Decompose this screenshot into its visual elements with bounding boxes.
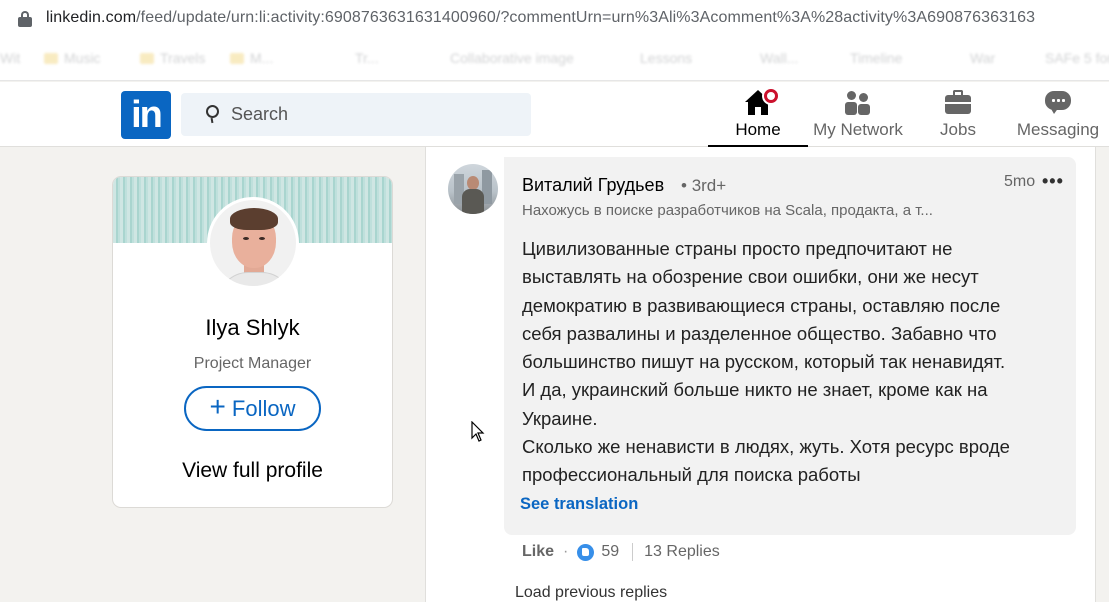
- bookmark-item[interactable]: Wall...: [760, 50, 798, 66]
- folder-icon: [44, 53, 58, 64]
- bookmark-item[interactable]: Music: [44, 50, 101, 66]
- separator-dot: ·: [563, 543, 569, 560]
- nav-messaging[interactable]: Messaging: [1008, 82, 1108, 147]
- mouse-cursor-icon: [471, 421, 485, 442]
- plus-icon: +: [209, 391, 226, 422]
- nav-home-label: Home: [735, 120, 781, 139]
- see-translation-link[interactable]: See translation: [520, 495, 638, 514]
- nav-jobs-label: Jobs: [940, 120, 976, 139]
- top-navigation: in Home My Network Jobs Messaging: [0, 82, 1109, 147]
- comment-line: И да, украинский больше никто не знает, …: [522, 379, 988, 401]
- comment-text: Цивилизованные страны просто предпочитаю…: [522, 235, 1062, 490]
- comment-bubble: Виталий Грудьев • 3rd+ Нахожусь в поиске…: [504, 157, 1076, 535]
- home-icon: [744, 87, 780, 116]
- view-full-profile-link[interactable]: View full profile: [113, 459, 392, 483]
- comment-author-name[interactable]: Виталий Грудьев: [522, 175, 664, 196]
- comment-line: себя развалины и разделенное общество. З…: [522, 322, 997, 344]
- replies-count[interactable]: 13 Replies: [644, 543, 720, 561]
- profile-title: Project Manager: [193, 355, 312, 372]
- comment-line: демократию в развивающиеся страны, остав…: [522, 294, 1001, 316]
- comment-line: большинство пишут на русском, который та…: [522, 351, 1006, 373]
- bookmark-item[interactable]: Collaborative image: [450, 50, 574, 66]
- folder-icon: [140, 53, 154, 64]
- briefcase-icon: [944, 90, 972, 116]
- comment-line: Украине.: [522, 407, 598, 429]
- search-input[interactable]: [231, 93, 521, 136]
- bookmark-item[interactable]: Travels: [140, 50, 205, 66]
- load-previous-replies-button[interactable]: Load previous replies: [515, 584, 667, 602]
- comment-line: профессиональный для поиска работы: [522, 464, 861, 486]
- like-button[interactable]: Like: [522, 543, 554, 561]
- comment-thread: Виталий Грудьев • 3rd+ Нахожусь в поиске…: [425, 147, 1096, 602]
- profile-avatar[interactable]: [207, 197, 299, 289]
- comment-line: Цивилизованные страны просто предпочитаю…: [522, 238, 953, 259]
- bookmarks-bar: Wit Music Travels M... Tr... Collaborati…: [0, 38, 1109, 81]
- nav-my-network-label: My Network: [813, 120, 903, 139]
- nav-home[interactable]: Home: [708, 82, 808, 147]
- profile-card: Ilya Shlyk Project Manager + Follow View…: [112, 176, 393, 508]
- search-box[interactable]: [181, 93, 531, 136]
- bookmark-item[interactable]: SAFe 5 for: [1045, 50, 1109, 66]
- chat-bubble-icon: [1044, 90, 1072, 116]
- nav-jobs[interactable]: Jobs: [908, 82, 1008, 147]
- bookmark-item[interactable]: Wit: [0, 50, 20, 66]
- divider: [632, 543, 634, 561]
- more-options-icon[interactable]: •••: [1042, 171, 1064, 192]
- like-reaction-icon: [577, 543, 595, 561]
- comment-author-headline: Нахожусь в поиске разработчиков на Scala…: [522, 202, 933, 219]
- url-text[interactable]: linkedin.com/feed/update/urn:li:activity…: [46, 9, 1035, 27]
- commenter-avatar[interactable]: [448, 164, 498, 214]
- network-icon: [844, 90, 872, 116]
- bookmark-item[interactable]: M...: [230, 50, 273, 66]
- comment-timestamp: 5mo: [1004, 173, 1036, 190]
- linkedin-logo[interactable]: in: [121, 91, 171, 139]
- connection-degree: • 3rd+: [681, 176, 727, 195]
- search-icon: [206, 105, 219, 118]
- likes-count[interactable]: 59: [601, 543, 619, 561]
- bookmark-item[interactable]: Tr...: [355, 50, 379, 66]
- follow-label: Follow: [231, 395, 296, 421]
- comment-actions: Like · 59 13 Replies: [522, 543, 720, 561]
- browser-url-bar[interactable]: linkedin.com/feed/update/urn:li:activity…: [0, 0, 1109, 38]
- folder-icon: [230, 53, 244, 64]
- bookmark-item[interactable]: Timeline: [850, 50, 902, 66]
- bookmark-item[interactable]: Lessons: [640, 50, 692, 66]
- profile-name[interactable]: Ilya Shlyk: [113, 315, 392, 341]
- notification-badge: [762, 87, 780, 105]
- comment-line: Сколько же ненависти в людях, жуть. Хотя…: [522, 436, 1010, 458]
- bookmark-item[interactable]: War: [970, 50, 995, 66]
- lock-icon[interactable]: [18, 11, 32, 27]
- follow-button[interactable]: + Follow: [184, 386, 321, 431]
- nav-my-network[interactable]: My Network: [808, 82, 908, 147]
- comment-line: выставлять на обозрение свои ошибки, они…: [522, 266, 979, 288]
- nav-messaging-label: Messaging: [1016, 120, 1100, 139]
